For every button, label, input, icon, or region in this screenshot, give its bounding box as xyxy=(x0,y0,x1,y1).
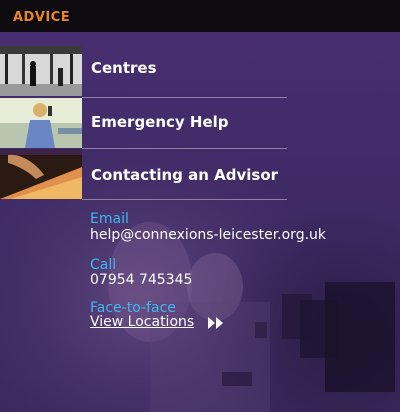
contacting-advisor-thumbnail-image xyxy=(0,149,82,199)
emergency-help-thumbnail-image xyxy=(0,98,82,148)
nav-label-centres: Centres xyxy=(91,59,157,77)
view-locations-link[interactable]: View Locations xyxy=(90,314,194,330)
email-label: Email xyxy=(90,211,129,227)
centres-thumbnail-image xyxy=(0,46,82,96)
nav-label-emergency-help: Emergency Help xyxy=(91,113,229,131)
nav-label-contacting-advisor: Contacting an Advisor xyxy=(91,166,279,184)
advice-header: ADVICE xyxy=(0,0,400,32)
header-title: ADVICE xyxy=(13,10,71,25)
nav-item-contacting-advisor[interactable]: Contacting an Advisor xyxy=(0,149,400,199)
call-label: Call xyxy=(90,257,117,273)
email-link[interactable]: help@connexions-leicester.org.uk xyxy=(90,227,326,243)
nav-item-centres[interactable]: Centres xyxy=(0,46,400,96)
phone-number: 07954 745345 xyxy=(90,272,193,288)
double-chevron-right-icon[interactable] xyxy=(207,317,225,329)
nav-divider xyxy=(82,199,287,200)
advice-panel: ADVICE Centres Emergency Help Contacting… xyxy=(0,0,400,412)
nav-item-emergency-help[interactable]: Emergency Help xyxy=(0,98,400,148)
